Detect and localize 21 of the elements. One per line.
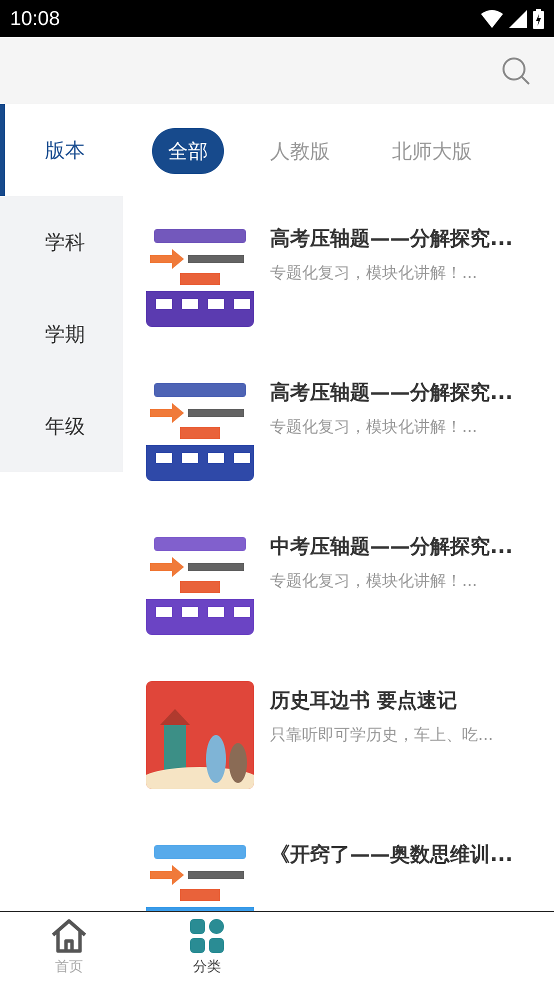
- book-title[interactable]: 中考压轴题——分解探究...: [270, 531, 513, 561]
- book-title[interactable]: 《开窍了——奥数思维训...: [270, 839, 513, 869]
- book-description: 专题化复习，模块化讲解！...: [270, 416, 478, 438]
- book-title[interactable]: 高考压轴题——分解探究...: [270, 223, 513, 253]
- status-time: 10:08: [10, 6, 60, 32]
- grid-icon: [190, 918, 224, 952]
- nav-tab[interactable]: 分类: [138, 912, 276, 984]
- book-description: 专题化复习，模块化讲解！...: [270, 570, 478, 592]
- filter-chip[interactable]: 全部: [152, 128, 224, 174]
- book-title[interactable]: 历史耳边书 要点速记: [270, 685, 494, 715]
- wifi-icon: [481, 10, 503, 28]
- search-icon[interactable]: [502, 56, 530, 84]
- book-description: 只靠听即可学历史，车上、吃...: [270, 724, 494, 746]
- book-description: 专题化复习，模块化讲解！...: [270, 262, 478, 284]
- battery-icon: [533, 8, 544, 28]
- book-title[interactable]: 高考压轴题——分解探究...: [270, 377, 513, 407]
- sidebar-item[interactable]: 学期: [0, 288, 123, 380]
- signal-icon: [509, 10, 527, 28]
- home-icon: [51, 918, 87, 952]
- sidebar-item[interactable]: 年级: [0, 380, 123, 472]
- sidebar-item[interactable]: 学科: [0, 196, 123, 288]
